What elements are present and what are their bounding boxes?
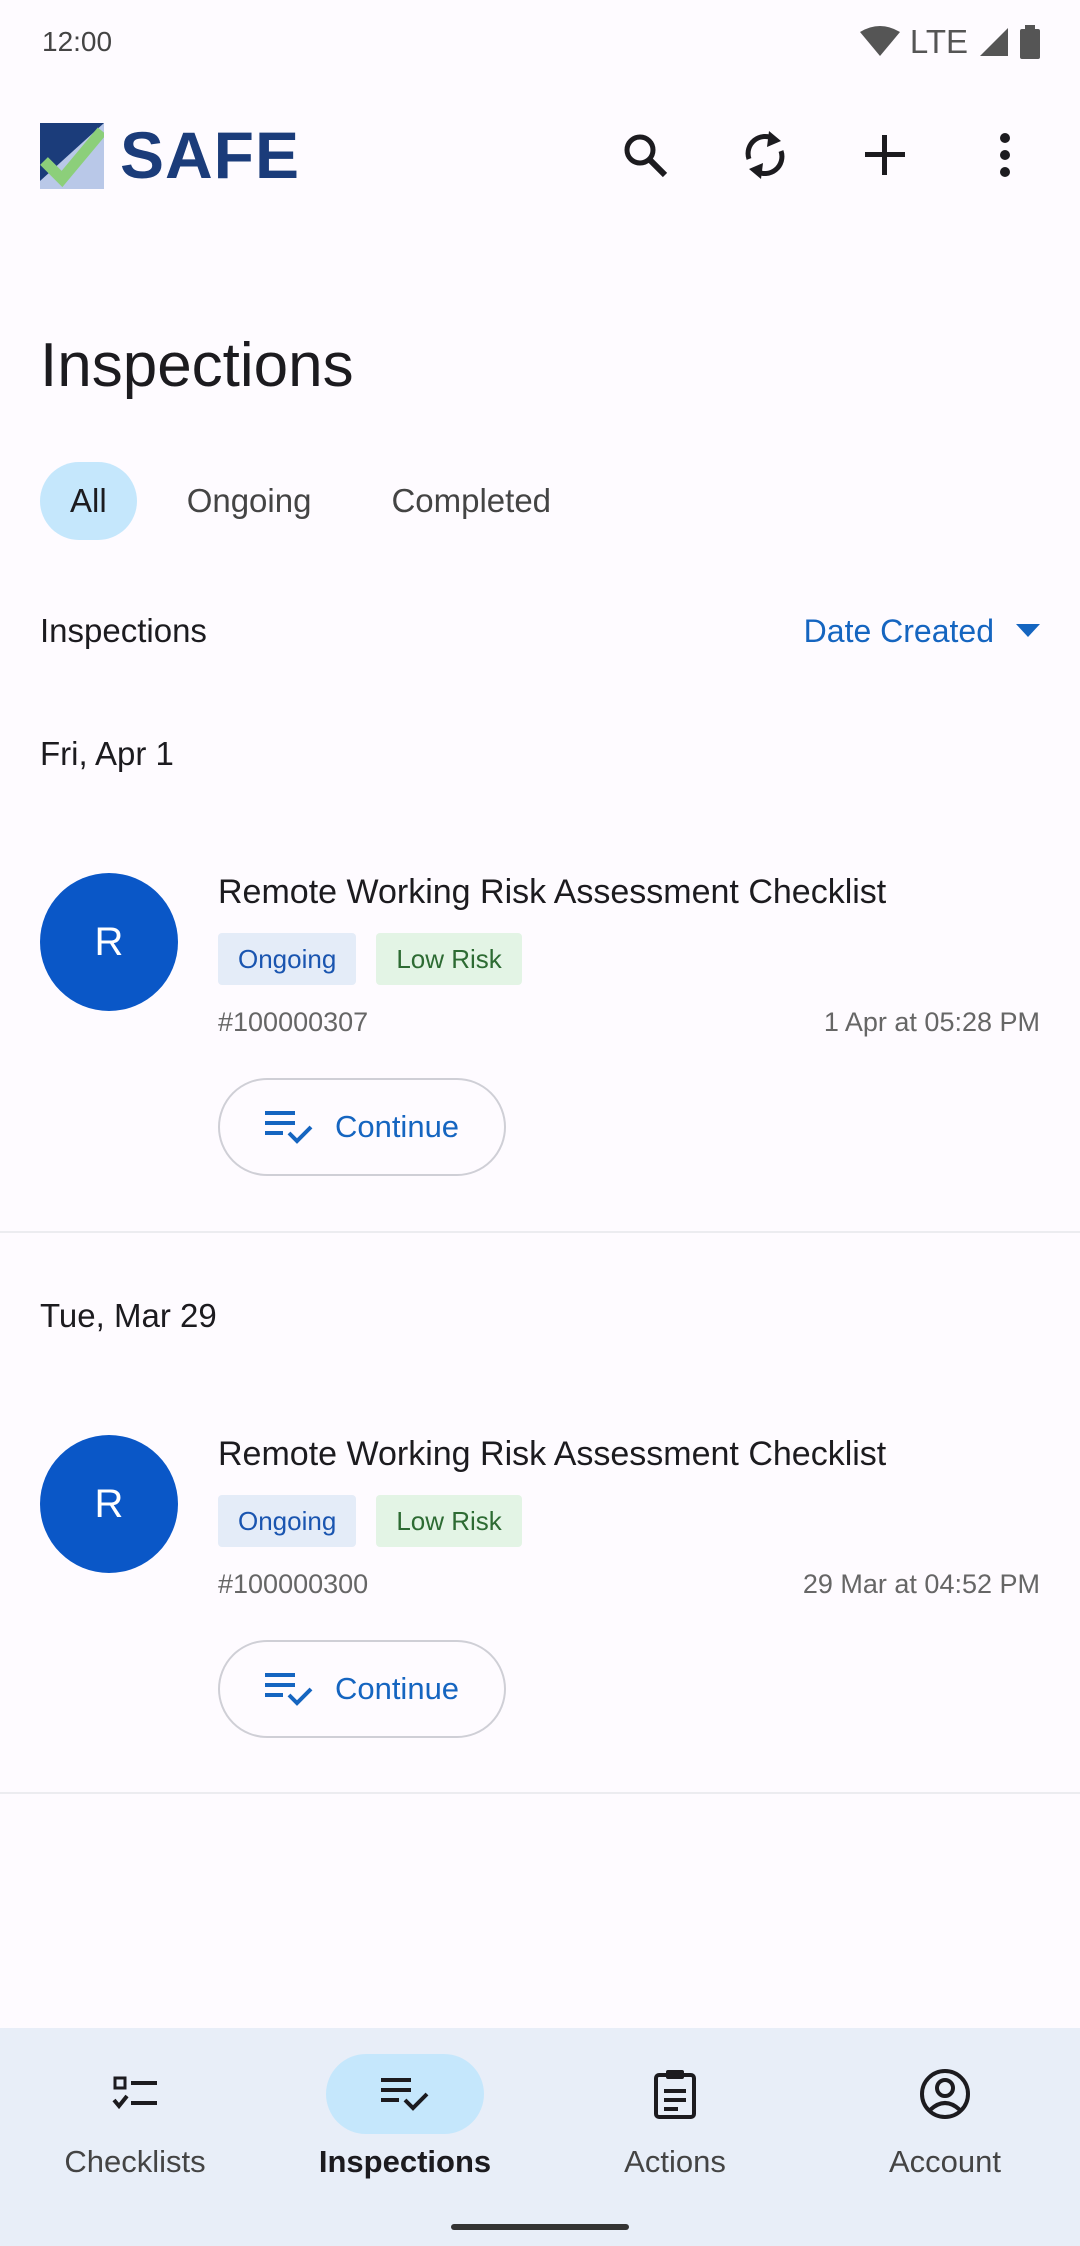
divider: [0, 1792, 1080, 1794]
risk-badge: Low Risk: [376, 933, 522, 985]
page-title: Inspections: [40, 331, 354, 400]
nav-label: Inspections: [318, 2144, 492, 2179]
dropdown-arrow-icon: [1016, 624, 1040, 637]
group-date: Fri, Apr 1: [40, 735, 174, 772]
app-logo: SAFE: [40, 117, 300, 193]
account-icon: [920, 2069, 970, 2119]
inspections-icon: [381, 2078, 429, 2111]
group-date: Tue, Mar 29: [40, 1297, 217, 1334]
inspection-card[interactable]: R Remote Working Risk Assessment Checkli…: [0, 873, 1080, 1176]
checklist-icon: [112, 2076, 157, 2110]
signal-icon: [980, 28, 1008, 56]
add-button[interactable]: [844, 114, 926, 196]
network-type: LTE: [909, 23, 968, 60]
sync-icon: [745, 131, 785, 179]
playlist-check-icon: [264, 1111, 313, 1144]
nav-item-actions[interactable]: Actions: [540, 2054, 810, 2180]
clipboard-icon: [654, 2070, 696, 2119]
avatar: R: [40, 873, 178, 1011]
sort-label: Date Created: [803, 612, 994, 649]
search-button[interactable]: [604, 114, 686, 196]
continue-button[interactable]: Continue: [218, 1640, 506, 1738]
filter-chip-all[interactable]: All: [40, 462, 137, 540]
inspection-id: #100000300: [218, 1569, 369, 1599]
add-icon: [865, 135, 905, 175]
continue-button[interactable]: Continue: [218, 1078, 506, 1176]
nav-label: Account: [888, 2144, 1001, 2179]
divider: [0, 1231, 1080, 1233]
inspection-title: Remote Working Risk Assessment Checklist: [218, 873, 887, 911]
logo-check-icon: [40, 123, 104, 189]
search-icon: [624, 134, 668, 178]
risk-badge: Low Risk: [376, 1495, 522, 1547]
continue-label: Continue: [334, 1671, 460, 1706]
playlist-check-icon: [264, 1673, 313, 1706]
list-header: Inspections Date Created: [40, 598, 1040, 664]
continue-label: Continue: [334, 1109, 460, 1144]
app-bar: SAFE: [0, 90, 1080, 220]
status-badge: Ongoing: [218, 1495, 357, 1547]
nav-label: Actions: [624, 2144, 726, 2179]
battery-icon: [1020, 25, 1040, 59]
nav-item-checklists[interactable]: Checklists: [0, 2054, 270, 2180]
more-options-button[interactable]: [964, 114, 1046, 196]
status-time: 12:00: [42, 26, 113, 57]
inspection-id: #100000307: [218, 1007, 369, 1037]
status-icons: LTE: [859, 23, 1040, 61]
wifi-icon: [859, 26, 900, 56]
inspection-title: Remote Working Risk Assessment Checklist: [218, 1435, 887, 1473]
inspection-card[interactable]: R Remote Working Risk Assessment Checkli…: [0, 1435, 1080, 1738]
inspection-created: 1 Apr at 05:28 PM: [823, 1007, 1040, 1037]
nav-label: Checklists: [64, 2144, 206, 2179]
filter-chip-completed[interactable]: Completed: [361, 462, 581, 540]
list-header-label: Inspections: [40, 612, 207, 649]
filter-chip-ongoing[interactable]: Ongoing: [157, 462, 342, 540]
home-indicator: [451, 2224, 629, 2230]
sort-dropdown[interactable]: Date Created: [804, 613, 1040, 650]
more-vert-icon: [1000, 133, 1010, 177]
status-badge: Ongoing: [218, 933, 357, 985]
logo-text: SAFE: [120, 118, 301, 192]
filter-chips: All Ongoing Completed: [40, 462, 601, 540]
nav-item-inspections[interactable]: Inspections: [270, 2054, 540, 2180]
nav-item-account[interactable]: Account: [810, 2054, 1080, 2180]
status-bar: 12:00 LTE: [0, 0, 1080, 84]
avatar: R: [40, 1435, 178, 1573]
bottom-navigation: Checklists Inspections Actions Account: [0, 2028, 1080, 2246]
inspection-created: 29 Mar at 04:52 PM: [802, 1569, 1040, 1599]
sync-button[interactable]: [724, 114, 806, 196]
